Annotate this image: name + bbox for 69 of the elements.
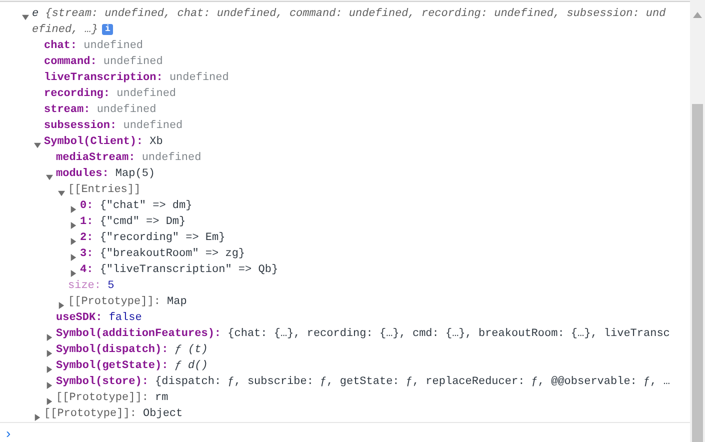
- property-name: Symbol(getState):: [56, 360, 168, 372]
- property-name: 3:: [80, 248, 94, 260]
- object-value: Xb: [150, 136, 163, 148]
- expand-arrow-icon[interactable]: [70, 254, 77, 261]
- object-value: {"liveTranscription" => Qb}: [100, 264, 278, 276]
- object-name: e: [32, 8, 39, 20]
- scrollbar-thumb[interactable]: [692, 104, 703, 442]
- console-prompt[interactable]: ›: [0, 422, 690, 442]
- expand-arrow-icon[interactable]: [46, 350, 53, 357]
- collapse-arrow-icon[interactable]: [46, 174, 53, 181]
- object-value: {chat: {…}, recording: {…}, cmd: {…}, breakoutRoom: {…}, liveTransc: [228, 328, 670, 340]
- internal-property-name: [[Prototype]]:: [68, 296, 160, 308]
- undefined-value: undefined: [103, 56, 163, 68]
- function-value: ƒ d(): [174, 360, 208, 372]
- property-name: Symbol(additionFeatures):: [56, 328, 222, 340]
- object-value: {"cmd" => Dm}: [100, 216, 186, 228]
- internal-property-name: [[Entries]]: [68, 184, 141, 196]
- property-name: Symbol(dispatch):: [56, 344, 168, 356]
- internal-property-name: [[Prototype]]:: [44, 408, 136, 420]
- expand-arrow-icon[interactable]: [46, 334, 53, 341]
- object-value: {dispatch: ƒ, subscribe: ƒ, getState: ƒ, replaceReducer: ƒ, @@observable: ƒ, …: [155, 376, 670, 388]
- property-name: mediaStream:: [56, 152, 136, 164]
- expand-arrow-icon[interactable]: [46, 382, 53, 389]
- property-name: size:: [68, 280, 102, 292]
- internal-property-name: [[Prototype]]:: [56, 392, 148, 404]
- property-name: 1:: [80, 216, 94, 228]
- undefined-value: undefined: [142, 152, 202, 164]
- expand-arrow-icon[interactable]: [70, 238, 77, 245]
- property-name: chat:: [44, 40, 78, 52]
- property-name: useSDK:: [56, 312, 102, 324]
- collapse-arrow-icon[interactable]: [22, 14, 29, 21]
- expand-arrow-icon[interactable]: [70, 222, 77, 229]
- collapse-arrow-icon[interactable]: [34, 142, 41, 149]
- undefined-value: undefined: [116, 88, 176, 100]
- property-name: Symbol(Client):: [44, 136, 144, 148]
- expand-arrow-icon[interactable]: [46, 398, 53, 405]
- property-name: Symbol(store):: [56, 376, 148, 388]
- number-value: 5: [108, 280, 114, 292]
- property-name: subsession:: [44, 120, 117, 132]
- property-name: recording:: [44, 88, 110, 100]
- object-summary: efined, …}: [32, 24, 98, 36]
- expand-arrow-icon[interactable]: [34, 414, 41, 421]
- property-name: command:: [44, 56, 97, 68]
- function-value: ƒ (t): [174, 344, 208, 356]
- boolean-value: false: [108, 312, 142, 324]
- object-value: {"chat" => dm}: [100, 200, 192, 212]
- object-value: Map(5): [115, 168, 156, 180]
- expand-arrow-icon[interactable]: [70, 270, 77, 277]
- undefined-value: undefined: [84, 40, 144, 52]
- object-value: {"breakoutRoom" => zg}: [100, 248, 246, 260]
- expand-arrow-icon[interactable]: [46, 366, 53, 373]
- object-summary: {stream: undefined, chat: undefined, command: undefined, recording: undefined, subsession: und: [45, 8, 666, 20]
- object-value: {"recording" => Em}: [100, 232, 226, 244]
- expand-arrow-icon[interactable]: [58, 302, 65, 309]
- object-value: rm: [155, 392, 168, 404]
- undefined-value: undefined: [123, 120, 183, 132]
- undefined-value: undefined: [169, 72, 229, 84]
- undefined-value: undefined: [96, 104, 156, 116]
- property-name: 4:: [80, 264, 94, 276]
- property-name: stream:: [44, 104, 90, 116]
- collapse-arrow-icon[interactable]: [58, 190, 65, 197]
- expand-arrow-icon[interactable]: [70, 206, 77, 213]
- property-name: liveTranscription:: [44, 72, 163, 84]
- info-badge[interactable]: i: [102, 24, 114, 35]
- property-name: 2:: [80, 232, 94, 244]
- property-name: 0:: [80, 200, 94, 212]
- object-value: Map: [167, 296, 187, 308]
- property-name: modules:: [56, 168, 109, 180]
- object-value: Object: [143, 408, 183, 420]
